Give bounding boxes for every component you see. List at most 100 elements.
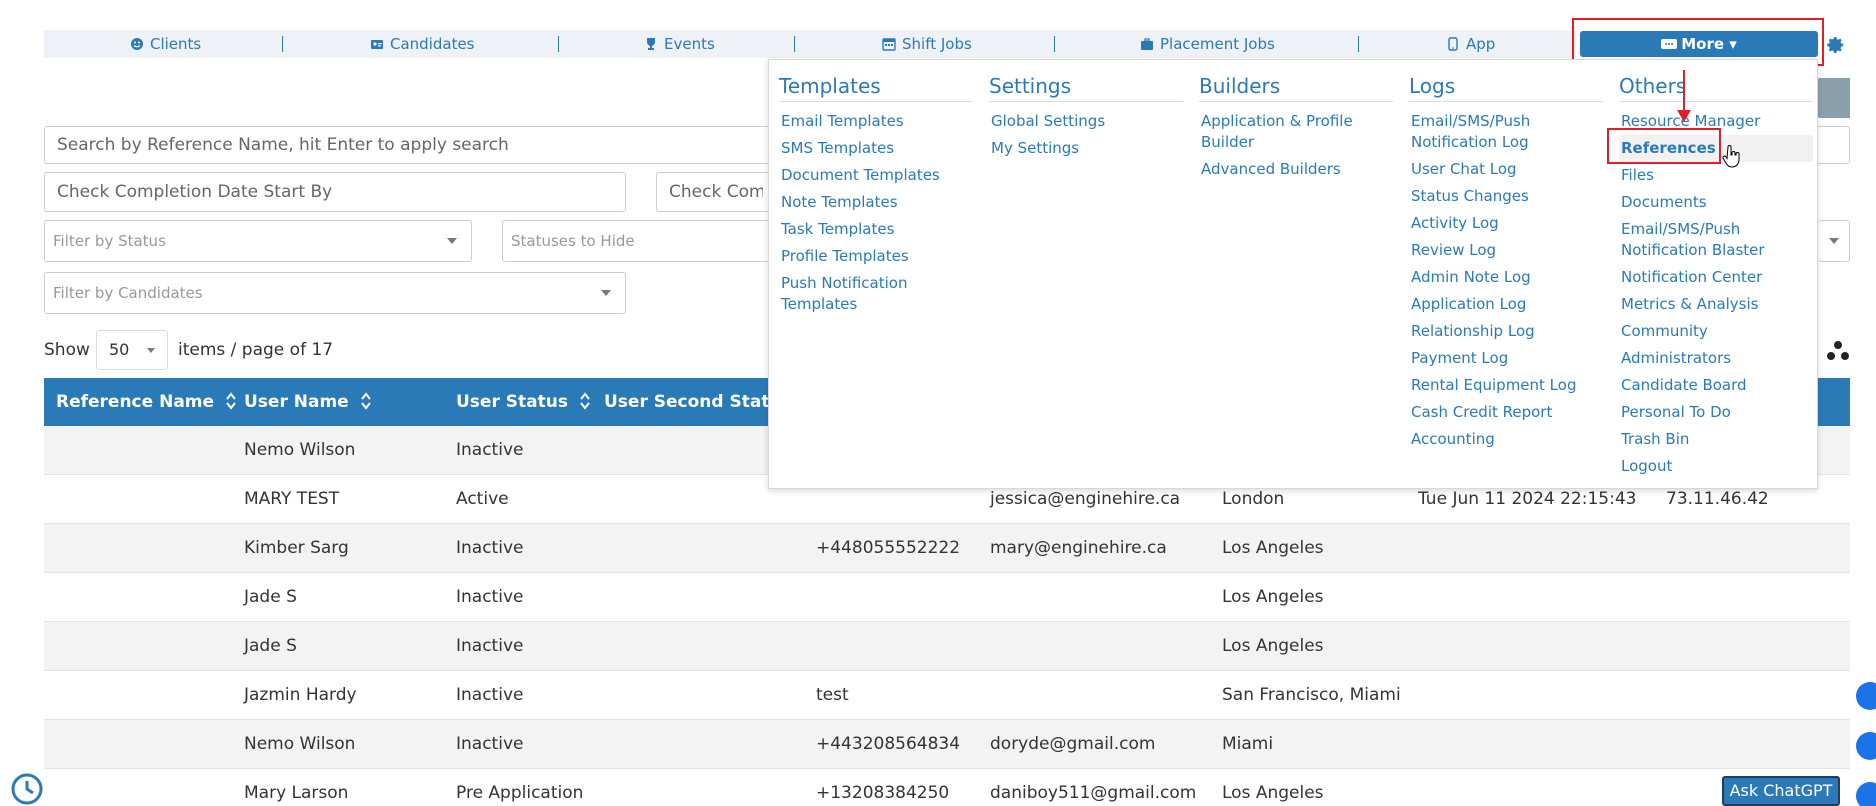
menu-link-profile-templates[interactable]: Profile Templates [779, 243, 973, 270]
nav-app[interactable]: App [1446, 30, 1495, 58]
per-page-text: items / page of 17 [178, 340, 334, 360]
gear-icon[interactable] [1856, 390, 1876, 414]
nav-divider [282, 36, 283, 52]
menu-link-my-settings[interactable]: My Settings [989, 135, 1183, 162]
menu-link-notification-center[interactable]: Notification Center [1619, 264, 1813, 291]
menu-link-metrics-analysis[interactable]: Metrics & Analysis [1619, 291, 1813, 318]
menu-link-push-notification-templates[interactable]: Push Notification Templates [779, 270, 929, 318]
cell-city: San Francisco, Miami [1222, 685, 1401, 705]
ticket-icon [1661, 39, 1678, 49]
chevron-down-icon [447, 238, 457, 244]
completion-start-field[interactable] [44, 172, 626, 212]
menu-link-community[interactable]: Community [1619, 318, 1813, 345]
chat-icon[interactable] [1856, 682, 1876, 710]
statuses-hide-placeholder: Statuses to Hide [511, 232, 635, 250]
nav-divider [1054, 36, 1055, 52]
cell-user-status: Inactive [456, 734, 524, 754]
gear-icon[interactable] [1824, 33, 1846, 55]
table-row[interactable]: Jade S Inactive Los Angeles [44, 622, 1850, 671]
header-user-second-status[interactable]: User Second Status [604, 378, 792, 426]
menu-link-activity-log[interactable]: Activity Log [1409, 210, 1603, 237]
cell-phone: +443208564834 [816, 734, 961, 754]
sort-icon [360, 392, 371, 410]
candidates-filter[interactable]: Filter by Candidates [44, 272, 626, 314]
menu-link-trash-bin[interactable]: Trash Bin [1619, 426, 1813, 453]
menu-link-notification-blaster[interactable]: Email/SMS/Push Notification Blaster [1619, 216, 1769, 264]
menu-link-note-templates[interactable]: Note Templates [779, 189, 973, 216]
check-icon[interactable] [1856, 732, 1876, 760]
nav-shift-jobs-label: Shift Jobs [902, 35, 972, 53]
highlight-box [1607, 128, 1721, 164]
chevron-down-icon [147, 348, 155, 353]
menu-link-personal-to-do[interactable]: Personal To Do [1619, 399, 1813, 426]
more-button[interactable]: More ▾ [1580, 31, 1818, 57]
help-icon[interactable] [1856, 782, 1876, 806]
cell-user-name: MARY TEST [244, 489, 340, 509]
menu-link-task-templates[interactable]: Task Templates [779, 216, 973, 243]
menu-link-logout[interactable]: Logout [1619, 453, 1813, 480]
table-row[interactable]: Mary Larson Pre Application +13208384250… [44, 769, 1850, 806]
cell-phone: test [816, 685, 849, 705]
header-reference-name[interactable]: Reference Name [56, 378, 236, 426]
menu-link-status-changes[interactable]: Status Changes [1409, 183, 1603, 210]
menu-link-administrators[interactable]: Administrators [1619, 345, 1813, 372]
statuses-hide-filter[interactable]: Statuses to Hide [502, 220, 770, 262]
ask-chatgpt-button[interactable]: Ask ChatGPT [1722, 776, 1840, 806]
table-row[interactable]: Kimber Sarg Inactive +448055552222 mary@… [44, 524, 1850, 573]
menu-link-global-settings[interactable]: Global Settings [989, 108, 1183, 135]
cell-city: Los Angeles [1222, 636, 1324, 656]
cell-user-status: Active [456, 489, 509, 509]
nav-candidates[interactable]: Candidates [370, 30, 475, 58]
chevron-down-icon [1829, 238, 1839, 244]
menu-link-document-templates[interactable]: Document Templates [779, 162, 973, 189]
nav-shift-jobs[interactable]: Shift Jobs [882, 30, 972, 58]
menu-column-title: Builders [1199, 70, 1393, 102]
more-dropdown-menu: Templates Email Templates SMS Templates … [768, 59, 1818, 489]
columns-toggle-icon[interactable] [1826, 340, 1850, 362]
completion-end-field[interactable] [656, 172, 776, 212]
menu-link-relationship-log[interactable]: Relationship Log [1409, 318, 1603, 345]
nav-events[interactable]: Events [644, 30, 715, 58]
menu-link-rental-equipment-log[interactable]: Rental Equipment Log [1409, 372, 1603, 399]
menu-column-builders: Builders Application & Profile Builder A… [1199, 70, 1393, 183]
menu-link-payment-log[interactable]: Payment Log [1409, 345, 1603, 372]
briefcase-icon [1141, 38, 1153, 50]
menu-link-admin-note-log[interactable]: Admin Note Log [1409, 264, 1603, 291]
menu-link-sms-templates[interactable]: SMS Templates [779, 135, 973, 162]
menu-link-application-profile-builder[interactable]: Application & Profile Builder [1199, 108, 1359, 156]
menu-link-review-log[interactable]: Review Log [1409, 237, 1603, 264]
hand-cursor-icon [1722, 145, 1740, 168]
cell-user-status: Inactive [456, 440, 524, 460]
menu-link-files[interactable]: Files [1619, 162, 1813, 189]
menu-link-accounting[interactable]: Accounting [1409, 426, 1603, 453]
menu-link-email-templates[interactable]: Email Templates [779, 108, 973, 135]
nav-placement-jobs-label: Placement Jobs [1160, 35, 1275, 53]
menu-link-candidate-board[interactable]: Candidate Board [1619, 372, 1813, 399]
nav-placement-jobs[interactable]: Placement Jobs [1140, 30, 1275, 58]
menu-link-advanced-builders[interactable]: Advanced Builders [1199, 156, 1393, 183]
menu-link-application-log[interactable]: Application Log [1409, 291, 1603, 318]
menu-link-user-chat-log[interactable]: User Chat Log [1409, 156, 1603, 183]
page-size-select[interactable]: 50 [96, 330, 168, 370]
menu-link-notification-log[interactable]: Email/SMS/Push Notification Log [1409, 108, 1539, 156]
cell-user-name: Jade S [244, 587, 297, 607]
more-button-label: More ▾ [1681, 35, 1737, 53]
completion-end-input[interactable] [657, 173, 775, 211]
status-filter[interactable]: Filter by Status [44, 220, 472, 262]
nav-clients-label: Clients [150, 35, 202, 53]
action-button[interactable] [1818, 78, 1850, 118]
clock-icon[interactable] [10, 772, 44, 806]
cell-city: Los Angeles [1222, 538, 1324, 558]
header-user-name[interactable]: User Name [244, 378, 371, 426]
header-user-status[interactable]: User Status [456, 378, 590, 426]
menu-link-cash-credit-report[interactable]: Cash Credit Report [1409, 399, 1603, 426]
cell-user-name: Nemo Wilson [244, 734, 356, 754]
table-row[interactable]: Jade S Inactive Los Angeles [44, 573, 1850, 622]
completion-start-input[interactable] [45, 173, 625, 211]
table-row[interactable]: Nemo Wilson Inactive +443208564834 doryd… [44, 720, 1850, 769]
menu-link-documents[interactable]: Documents [1619, 189, 1813, 216]
cell-user-status: Inactive [456, 636, 524, 656]
nav-clients[interactable]: Clients [130, 30, 201, 58]
table-row[interactable]: Jazmin Hardy Inactive test San Francisco… [44, 671, 1850, 720]
filter-right-edge[interactable] [1818, 220, 1850, 262]
